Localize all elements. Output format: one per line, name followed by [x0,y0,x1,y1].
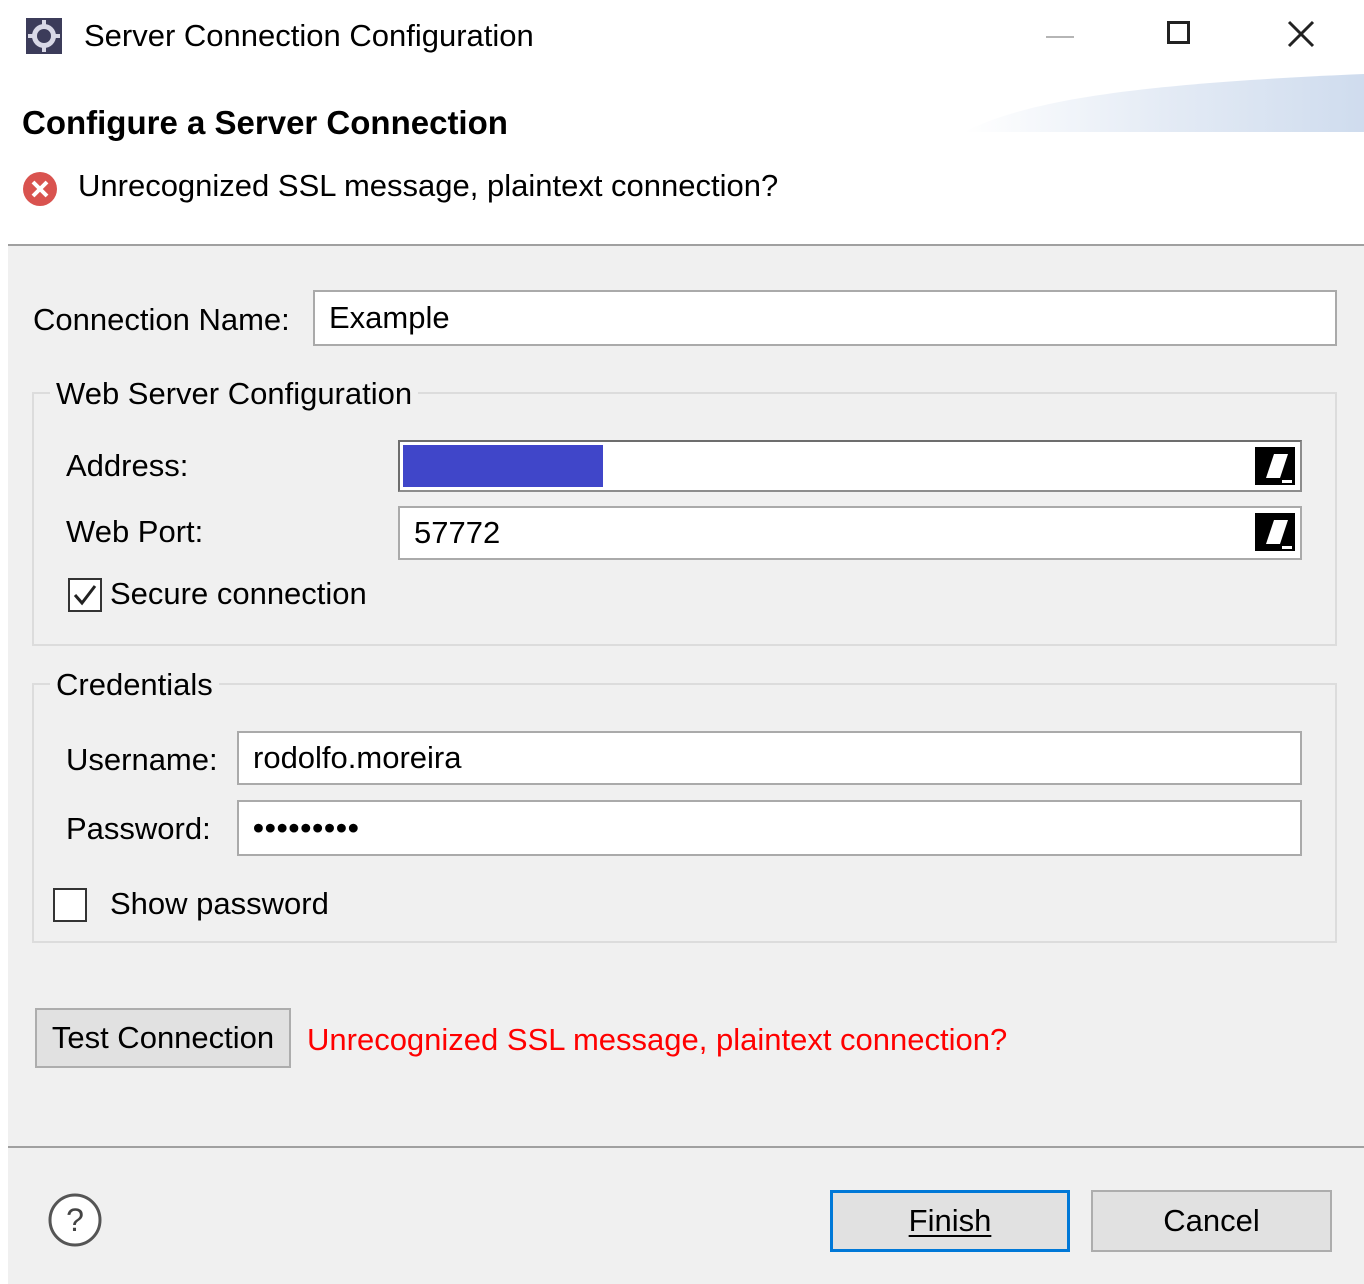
maximize-button[interactable] [1150,10,1210,60]
test-result-error-message: Unrecognized SSL message, plaintext conn… [307,1022,1008,1057]
credentials-group-title: Credentials [50,665,219,705]
address-label: Address: [66,448,189,483]
dialog-content: Connection Name: Example Web Server Conf… [8,246,1364,1284]
title-bar: Server Connection Configuration [0,0,1364,72]
web-port-input[interactable]: 57772 [398,506,1302,560]
finish-button-label: Finish [908,1203,992,1238]
web-port-label: Web Port: [66,514,204,549]
cancel-button[interactable]: Cancel [1091,1190,1332,1252]
password-label: Password: [66,811,211,846]
address-redaction [403,445,603,487]
secure-connection-checkbox[interactable] [68,578,102,612]
web-server-group-title: Web Server Configuration [50,374,419,414]
show-password-label[interactable]: Show password [110,884,329,924]
password-input[interactable]: ••••••••• [237,800,1302,856]
minimize-button[interactable] [1030,10,1090,60]
banner-decoration [964,74,1364,132]
header-error-message: Unrecognized SSL message, plaintext conn… [78,168,779,203]
wizard-header: Configure a Server Connection Unrecogniz… [0,72,1364,246]
close-icon[interactable] [1272,10,1332,60]
window-title: Server Connection Configuration [84,18,534,53]
page-title: Configure a Server Connection [22,104,508,141]
username-label: Username: [66,742,218,777]
finish-button[interactable]: Finish [830,1190,1070,1252]
footer-divider [8,1146,1364,1148]
secure-connection-label[interactable]: Secure connection [110,574,367,614]
address-input[interactable] [398,440,1302,492]
help-icon[interactable]: ? [48,1193,102,1247]
app-gear-icon [26,18,62,54]
error-icon [23,172,57,206]
connection-name-input[interactable]: Example [313,290,1337,346]
test-connection-button[interactable]: Test Connection [35,1008,291,1068]
variable-picker-icon[interactable] [1254,512,1296,552]
connection-name-label: Connection Name: [33,302,290,337]
checkmark-icon [73,585,97,606]
show-password-checkbox[interactable] [53,888,87,922]
svg-text:?: ? [66,1202,84,1238]
username-input[interactable]: rodolfo.moreira [237,731,1302,785]
variable-picker-icon[interactable] [1254,446,1296,486]
